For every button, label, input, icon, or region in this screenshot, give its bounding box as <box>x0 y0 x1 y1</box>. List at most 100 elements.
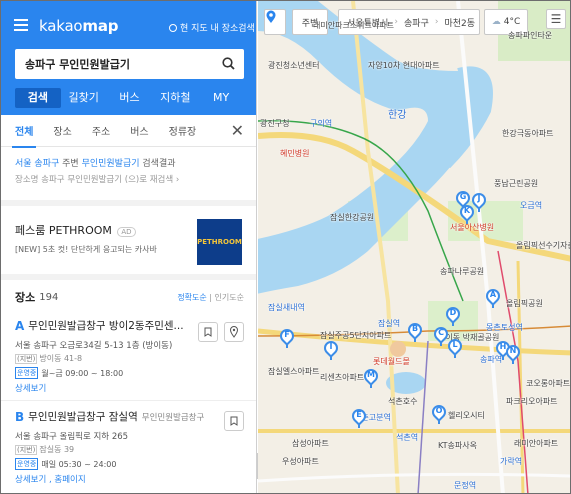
place-address: 서울 송파구 올림픽로 지하 265 <box>15 432 129 442</box>
search-box <box>15 49 244 79</box>
map-label: 삼성아파트 <box>292 439 329 448</box>
map-label: 우성아파트 <box>282 457 319 466</box>
app-window: kakaomap 현 지도 내 장소검색 검색 길찾기 버스 지하철 MY <box>0 0 571 494</box>
panel-header: kakaomap 현 지도 내 장소검색 검색 길찾기 버스 지하철 MY <box>1 1 256 115</box>
homepage-link[interactable]: 홈페이지 <box>54 475 85 485</box>
location-pin-icon <box>266 10 276 23</box>
map-area-search-toggle[interactable]: 현 지도 내 장소검색 <box>169 21 255 34</box>
map-view[interactable]: 주변 서울특별시 › 송파구 › 마천2동 ☁ 4°C ☰ 래미안파크스위트아파트 자… <box>258 1 571 493</box>
place-category: 무인민원발급창구 <box>141 412 205 423</box>
place-item-b[interactable]: B 무인민원발급창구 잠실역 무인민원발급창구 서울 송파구 올림픽로 지하 2… <box>1 401 256 491</box>
map-label: 리센츠아파트 <box>320 373 365 382</box>
breadcrumb-district[interactable]: 송파구 <box>404 16 429 29</box>
ad-badge: AD <box>117 227 136 237</box>
map-label: 서울아산병원 <box>450 223 495 232</box>
result-pin-n[interactable]: N <box>503 342 523 364</box>
menu-icon[interactable] <box>14 19 28 34</box>
place-name[interactable]: 무인민원발급창구 잠실역 <box>28 409 138 424</box>
map-label: 올림픽선수기자촌아파트 <box>516 241 570 250</box>
result-pin-f[interactable]: F <box>277 326 297 348</box>
places-header: 장소 194 정확도순 | 인기도순 <box>15 291 244 304</box>
query-result-line: 서울 송파구 주변 무인민원발급기 검색결과 <box>15 159 176 169</box>
ad-banner[interactable]: 페스룸 PETHROOM AD [NEW] 5초 컷! 단단하게 응고되는 카사… <box>1 200 256 280</box>
subtab-place[interactable]: 장소 <box>53 123 71 138</box>
search-panel: kakaomap 현 지도 내 장소검색 검색 길찾기 버스 지하철 MY <box>1 1 257 493</box>
map-label: 구의역 <box>310 119 333 128</box>
result-pin-b[interactable]: B <box>405 320 425 342</box>
tab-bus[interactable]: 버스 <box>107 88 153 108</box>
sort-accuracy[interactable]: 정확도순 <box>177 293 206 302</box>
map-label: 자양10차 현대아파트 <box>368 61 440 70</box>
map-label: 잠실새내역 <box>268 303 305 312</box>
marker-label: A <box>15 318 25 333</box>
map-label: 송파나루공원 <box>440 267 485 276</box>
map-label: 잠실주공5단지아파트 <box>320 331 392 340</box>
current-location-button[interactable] <box>264 9 286 35</box>
map-label: 한강극동아파트 <box>502 129 554 138</box>
tab-my[interactable]: MY <box>198 88 244 108</box>
result-pin-e[interactable]: E <box>349 406 369 428</box>
bookmark-icon[interactable] <box>224 411 244 431</box>
bookmark-icon[interactable] <box>198 322 218 342</box>
query-region[interactable]: 서울 송파구 <box>15 159 59 169</box>
tab-search[interactable]: 검색 <box>15 88 61 108</box>
map-label: 풍납근린공원 <box>494 179 539 188</box>
subtab-all[interactable]: 전체 <box>11 123 37 148</box>
place-name[interactable]: 무인민원발급창구 방이2동주민센... <box>28 318 183 333</box>
result-pin-m[interactable]: M <box>361 366 381 388</box>
location-icon[interactable] <box>224 322 244 342</box>
place-jibun: (지번) 잠실동 39 <box>15 445 75 455</box>
tab-directions[interactable]: 길찾기 <box>61 88 107 108</box>
map-label: 광진청소년센터 <box>268 61 320 70</box>
map-label: 몽촌토성역 <box>486 323 523 332</box>
kakaomap-logo[interactable]: kakaomap <box>39 17 119 35</box>
map-label: 석촌호수 <box>388 397 418 406</box>
result-pin-a[interactable]: A <box>483 286 503 308</box>
map-label: 올림픽공원 <box>506 299 543 308</box>
map-label: 롯데월드몰 <box>373 357 410 366</box>
place-hours: 운영중 월~금 09:00 ~ 18:00 <box>15 367 124 379</box>
map-label: 잠실한강공원 <box>330 213 375 222</box>
close-icon[interactable]: ✕ <box>231 121 244 140</box>
detail-link[interactable]: 상세보기 <box>15 475 46 485</box>
result-pin-k[interactable]: K <box>457 202 477 224</box>
map-label: 래미안아파트 <box>514 439 559 448</box>
map-label: 잠실역 <box>378 319 401 328</box>
subtab-stop[interactable]: 정류장 <box>169 123 197 138</box>
result-pin-l[interactable]: L <box>445 336 465 358</box>
places-count: 194 <box>39 291 59 303</box>
result-pin-i[interactable]: I <box>321 338 341 360</box>
marker-label: B <box>15 409 25 424</box>
main-tabs: 검색 길찾기 버스 지하철 MY <box>15 88 244 108</box>
map-label: 가락역 <box>500 457 523 466</box>
map-menu-icon[interactable]: ☰ <box>546 9 566 29</box>
sort-popular[interactable]: 인기도순 <box>215 293 244 302</box>
search-icon[interactable] <box>222 57 235 70</box>
result-pin-o[interactable]: O <box>429 402 449 424</box>
map-label: 송파파인타운 <box>508 31 553 40</box>
map-label: 코오롱아파트 <box>526 379 571 388</box>
result-filter-tabs: 전체 장소 주소 버스 정류장 ✕ <box>1 115 256 148</box>
tab-subway[interactable]: 지하철 <box>152 88 198 108</box>
map-label: 래미안파크스위트아파트 <box>313 21 394 30</box>
subtab-address[interactable]: 주소 <box>92 123 110 138</box>
place-hours: 운영중 매일 05:30 ~ 24:00 <box>15 458 117 470</box>
subtab-bus[interactable]: 버스 <box>130 123 148 138</box>
breadcrumb-dong[interactable]: 마천2동 <box>444 16 475 29</box>
result-pin-c[interactable]: C <box>431 324 451 346</box>
result-pin-d[interactable]: D <box>443 304 463 326</box>
query-keyword: 무인민원발급기 <box>81 159 140 169</box>
ad-logo: PETHROOM <box>197 219 242 265</box>
map-label: 문정역 <box>454 481 477 490</box>
place-item-a[interactable]: A 무인민원발급창구 방이2동주민센... 서울 송파구 오금로34길 5-13… <box>1 314 256 401</box>
map-label: 파크리오아파트 <box>506 397 558 406</box>
detail-link[interactable]: 상세보기 <box>15 384 46 394</box>
map-label: 오금역 <box>520 201 543 210</box>
place-jibun: (지번) 방이동 41-8 <box>15 354 83 364</box>
map-label: 잠실엘스아파트 <box>268 367 320 376</box>
research-link[interactable]: 장소명 송파구 무인민원발급기 (으)로 재검색 › <box>15 172 242 188</box>
search-input[interactable] <box>15 49 205 79</box>
map-label: 석촌역 <box>396 433 419 442</box>
map-label: 한강 <box>388 110 407 121</box>
query-info: 서울 송파구 주변 무인민원발급기 검색결과 장소명 송파구 무인민원발급기 (… <box>1 147 256 188</box>
